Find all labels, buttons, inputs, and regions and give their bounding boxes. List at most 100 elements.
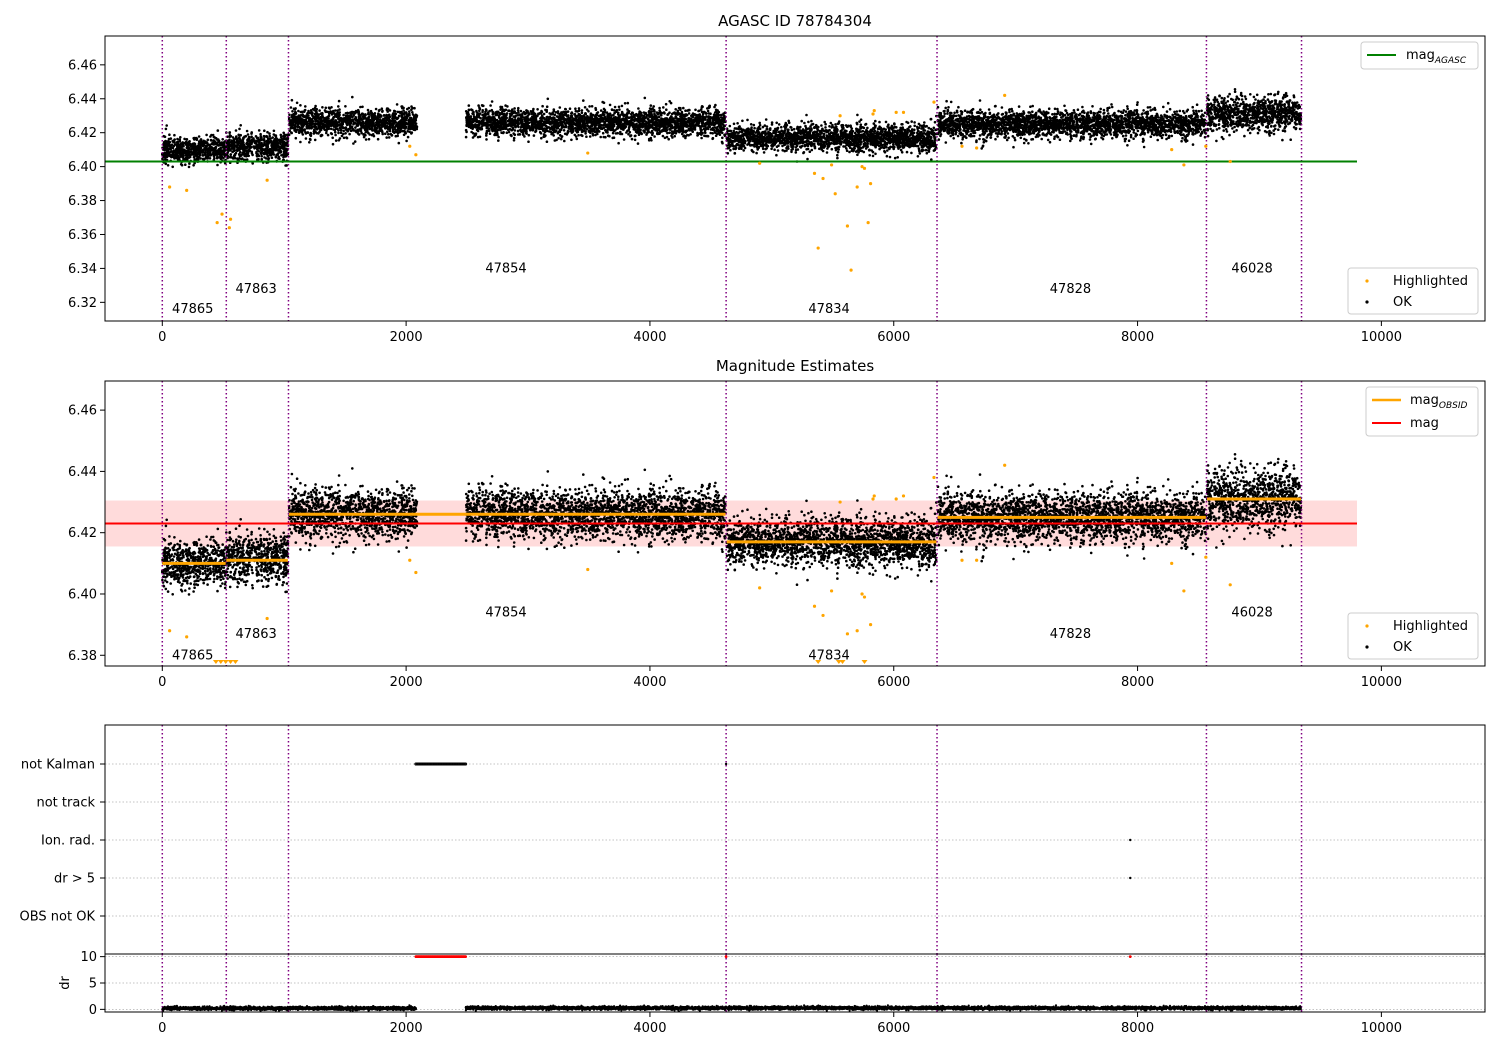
- data-point: [201, 154, 205, 157]
- data-point: [716, 109, 719, 112]
- data-point: [577, 112, 581, 116]
- data-point: [367, 118, 371, 121]
- data-point: [577, 109, 581, 112]
- data-point: [501, 122, 505, 126]
- data-point: [526, 109, 529, 113]
- data-point: [337, 131, 340, 135]
- data-point: [632, 122, 635, 125]
- data-point: [621, 127, 624, 131]
- figure: AGASC ID 78784304 4786547863478544783447…: [20, 12, 1486, 1036]
- data-point: [197, 152, 200, 155]
- data-point: [329, 110, 332, 113]
- data-point: [616, 122, 619, 126]
- data-point: [524, 112, 527, 115]
- data-point: [266, 130, 269, 134]
- data-point: [591, 132, 595, 136]
- data-point: [500, 126, 503, 129]
- data-point: [488, 132, 492, 135]
- data-point: [303, 115, 307, 119]
- data-point: [362, 135, 366, 139]
- data-point: [722, 126, 725, 129]
- data-point: [642, 115, 646, 119]
- data-point: [490, 100, 494, 103]
- data-point: [504, 119, 507, 123]
- data-point: [195, 149, 198, 152]
- data-point: [240, 142, 244, 146]
- data-point: [279, 142, 282, 145]
- data-point: [306, 121, 309, 125]
- data-point: [321, 116, 325, 119]
- data-point: [279, 146, 283, 149]
- data-point: [555, 121, 558, 124]
- data-point: [654, 126, 658, 129]
- data-point: [359, 129, 363, 133]
- data-point: [558, 106, 562, 109]
- data-point: [168, 137, 171, 141]
- data-point: [780, 125, 783, 129]
- data-point: [742, 149, 745, 152]
- data-point: [555, 138, 558, 142]
- data-point: [716, 118, 720, 122]
- data-point: [377, 125, 381, 128]
- data-point: [308, 125, 311, 128]
- data-point: [631, 111, 634, 115]
- data-point: [318, 130, 321, 133]
- data-point: [594, 106, 597, 110]
- data-point: [296, 125, 299, 129]
- data-point: [407, 106, 411, 110]
- data-point: [290, 98, 294, 102]
- data-point: [304, 137, 308, 140]
- data-point: [573, 133, 577, 137]
- data-point: [676, 123, 680, 127]
- data-point: [591, 130, 594, 133]
- data-point: [602, 120, 605, 123]
- data-point: [345, 117, 349, 121]
- data-point: [667, 137, 670, 141]
- data-point: [166, 164, 170, 167]
- data-point: [492, 116, 496, 119]
- data-point: [470, 130, 473, 134]
- data-point: [334, 139, 338, 142]
- data-point: [504, 127, 508, 130]
- data-point: [255, 147, 259, 151]
- data-point: [691, 119, 695, 122]
- data-point: [658, 106, 661, 110]
- data-point: [332, 116, 335, 119]
- data-point: [169, 150, 172, 154]
- data-point: [465, 116, 468, 119]
- data-point: [534, 123, 538, 126]
- data-point: [553, 123, 556, 127]
- data-point: [622, 138, 626, 141]
- data-point: [499, 112, 503, 115]
- data-point: [471, 136, 475, 139]
- data-point: [636, 142, 640, 145]
- data-point: [368, 127, 372, 131]
- data-point: [178, 149, 182, 152]
- data-point: [654, 121, 658, 124]
- data-point: [246, 142, 250, 145]
- data-point: [475, 111, 479, 114]
- data-point: [547, 130, 551, 133]
- data-point: [283, 137, 287, 141]
- data-point: [583, 116, 587, 120]
- data-point: [238, 136, 241, 139]
- data-point: [612, 113, 615, 117]
- data-point: [701, 124, 704, 127]
- data-point: [467, 108, 471, 112]
- data-point: [348, 132, 351, 136]
- data-point: [666, 119, 670, 122]
- data-point: [411, 123, 414, 127]
- data-point: [351, 115, 354, 119]
- data-point: [614, 129, 617, 132]
- data-point: [257, 157, 260, 161]
- data-point: [380, 107, 384, 110]
- data-point: [364, 121, 367, 125]
- data-point: [342, 136, 346, 140]
- data-point: [411, 113, 415, 116]
- data-point: [512, 132, 515, 135]
- data-point: [221, 141, 225, 144]
- data-point: [627, 121, 630, 125]
- data-point: [342, 113, 345, 117]
- data-point: [599, 135, 602, 139]
- data-point: [361, 125, 364, 129]
